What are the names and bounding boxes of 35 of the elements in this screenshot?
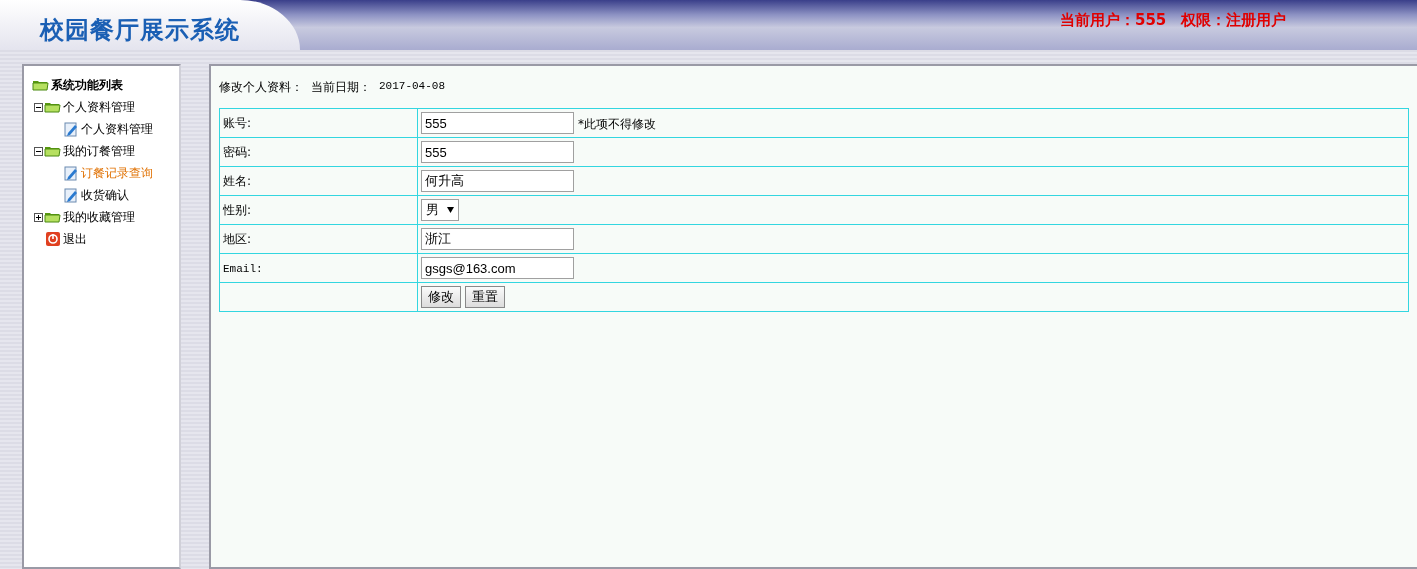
sidebar-item[interactable]: 我的订餐管理 bbox=[63, 142, 135, 160]
sidebar-item[interactable]: 我的收藏管理 bbox=[63, 208, 135, 226]
edit-icon bbox=[62, 165, 79, 181]
collapse-toggle-icon[interactable] bbox=[34, 102, 43, 112]
field-label: 账号: bbox=[223, 116, 252, 130]
page-heading: 修改个人资料： bbox=[219, 79, 303, 96]
expand-toggle-icon[interactable] bbox=[34, 212, 43, 222]
input-field[interactable]: 何升高 bbox=[421, 170, 574, 192]
input-field[interactable]: gsgs@163.com bbox=[421, 257, 574, 279]
sidebar-item[interactable]: 个人资料管理 bbox=[81, 120, 153, 138]
field-label: 姓名: bbox=[223, 174, 252, 188]
collapse-toggle-icon[interactable] bbox=[34, 146, 43, 156]
input-field[interactable]: 浙江 bbox=[421, 228, 574, 250]
date-value: 2017-04-08 bbox=[379, 79, 445, 94]
reset-button[interactable]: 重置 bbox=[465, 286, 505, 308]
gender-select[interactable]: 男 bbox=[421, 199, 459, 221]
user-info: 当前用户：555 权限：注册用户 bbox=[1060, 10, 1287, 31]
input-field[interactable]: 555 bbox=[421, 112, 574, 134]
field-note: *此项不得修改 bbox=[578, 116, 656, 131]
date-label: 当前日期： bbox=[311, 79, 371, 96]
edit-icon bbox=[62, 121, 79, 137]
sidebar-item[interactable]: 退出 bbox=[63, 230, 87, 248]
field-label: 性别: bbox=[223, 203, 252, 217]
input-field[interactable]: 555 bbox=[421, 141, 574, 163]
sidebar-item[interactable]: 个人资料管理 bbox=[63, 98, 135, 116]
tree-root-label: 系统功能列表 bbox=[51, 77, 123, 94]
power-icon bbox=[44, 231, 61, 247]
field-label: 地区: bbox=[223, 232, 252, 246]
edit-icon bbox=[62, 187, 79, 203]
submit-button[interactable]: 修改 bbox=[421, 286, 461, 308]
field-label: 密码: bbox=[223, 145, 252, 159]
sidebar-item[interactable]: 收货确认 bbox=[81, 186, 129, 204]
dropdown-arrow-icon bbox=[447, 207, 454, 213]
field-label: Email: bbox=[223, 262, 263, 275]
site-title: 校园餐厅展示系统 bbox=[40, 14, 240, 46]
